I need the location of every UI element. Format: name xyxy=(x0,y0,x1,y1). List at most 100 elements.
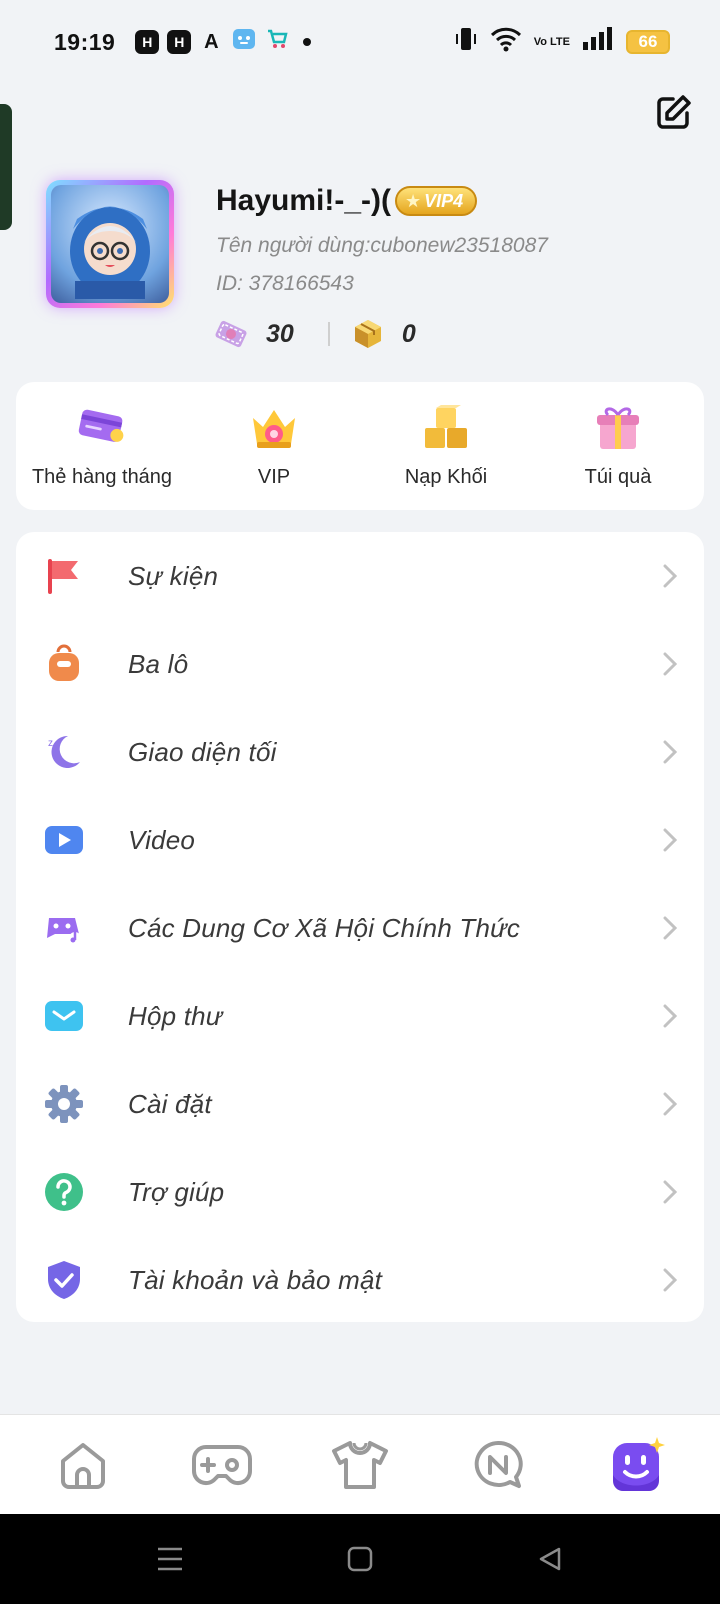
notification-app-icon: H xyxy=(167,30,192,54)
menu-item-video[interactable]: Video xyxy=(16,796,704,884)
menu-item-events[interactable]: Sự kiện xyxy=(16,532,704,620)
quick-vip[interactable]: VIP xyxy=(188,382,360,510)
quick-label: Túi quà xyxy=(584,466,652,488)
gift-box-icon xyxy=(592,402,644,454)
vip-level: VIP4 xyxy=(424,190,464,211)
notification-cart-icon xyxy=(265,27,289,57)
menu-item-help[interactable]: Trợ giúp xyxy=(16,1148,704,1236)
block-count: 0 xyxy=(401,319,416,348)
settings-menu-card: Sự kiện Ba lô z Giao diện tối Video Các … xyxy=(16,532,704,1322)
profile-face-icon xyxy=(612,1436,665,1491)
edit-icon xyxy=(657,95,691,129)
chevron-right-icon xyxy=(660,914,680,942)
moon-icon: z xyxy=(42,730,86,774)
back-triangle-icon xyxy=(539,1547,561,1571)
backpack-icon xyxy=(42,642,86,686)
profile-name: Hayumi!-_-)( xyxy=(216,184,392,217)
gold-block-icon xyxy=(354,320,381,348)
ticket-icon xyxy=(215,320,247,348)
chevron-right-icon xyxy=(660,1266,680,1294)
shirt-icon xyxy=(331,1440,388,1489)
vibrate-icon xyxy=(454,26,478,58)
mail-icon xyxy=(42,994,86,1038)
quick-top-up-blocks[interactable]: Nạp Khối xyxy=(360,382,532,510)
menu-item-official-social[interactable]: Các Dung Cơ Xã Hội Chính Thức xyxy=(16,884,704,972)
menu-label: Cài đặt xyxy=(128,1088,212,1119)
square-icon xyxy=(347,1546,373,1572)
status-time: 19:19 xyxy=(54,28,116,55)
gamepad-icon xyxy=(191,1444,252,1485)
menu-item-settings[interactable]: Cài đặt xyxy=(16,1060,704,1148)
ticket-balance[interactable]: 30 xyxy=(214,319,294,349)
quick-gift-bag[interactable]: Túi quà xyxy=(532,382,704,510)
social-media-icon xyxy=(42,906,86,950)
avatar xyxy=(51,185,169,303)
notification-robot-icon xyxy=(231,27,257,57)
menu-label: Trợ giúp xyxy=(128,1176,225,1207)
menu-item-account-security[interactable]: Tài khoản và bảo mật xyxy=(16,1236,704,1324)
tab-profile[interactable] xyxy=(602,1430,672,1500)
currency-row: 30 0 xyxy=(214,318,416,350)
menu-label: Hộp thư xyxy=(128,1000,223,1031)
menu-item-backpack[interactable]: Ba lô xyxy=(16,620,704,708)
signal-icon xyxy=(582,27,614,57)
status-app-icons: H H A xyxy=(135,27,312,57)
menu-label: Sự kiện xyxy=(128,560,219,591)
battery-indicator: 66 xyxy=(626,30,670,54)
chevron-right-icon xyxy=(660,738,680,766)
wifi-icon xyxy=(490,26,522,58)
home-button[interactable] xyxy=(340,1539,380,1579)
news-icon xyxy=(475,1440,524,1488)
gold-blocks-icon xyxy=(420,402,472,454)
recent-apps-button[interactable] xyxy=(150,1539,190,1579)
more-notifications-dot xyxy=(303,38,312,46)
status-bar: 19:19 H H A Vo LTE 66 xyxy=(0,0,720,84)
tab-home[interactable] xyxy=(48,1430,118,1500)
menu-label: Video xyxy=(128,824,196,855)
gear-icon xyxy=(42,1082,86,1126)
help-icon xyxy=(42,1170,86,1214)
tab-dressup[interactable] xyxy=(325,1430,395,1500)
flag-icon xyxy=(42,554,86,598)
quick-actions-card: Thẻ hàng tháng VIP Nạp Khối Túi quà xyxy=(16,382,704,510)
bottom-tab-bar xyxy=(0,1414,720,1514)
shield-icon xyxy=(42,1258,86,1302)
home-icon xyxy=(61,1442,106,1489)
ticket-count: 30 xyxy=(266,319,294,348)
tab-games[interactable] xyxy=(187,1430,257,1500)
quick-label: Nạp Khối xyxy=(404,466,488,488)
volte-indicator: Vo LTE xyxy=(533,35,570,48)
chevron-right-icon xyxy=(660,562,680,590)
chevron-right-icon xyxy=(660,1178,680,1206)
profile-name-row: Hayumi!-_-)( ★ VIP4 xyxy=(216,184,478,218)
tab-news[interactable] xyxy=(463,1430,533,1500)
menu-lines-icon xyxy=(158,1547,182,1571)
floating-side-tab[interactable] xyxy=(0,104,12,230)
user-id-line[interactable]: ID: 378166543 xyxy=(216,272,354,296)
avatar-frame[interactable] xyxy=(46,180,174,308)
notification-app-icon: A xyxy=(204,30,219,53)
quick-label: Thẻ hàng tháng xyxy=(31,466,173,488)
vip-badge[interactable]: ★ VIP4 xyxy=(395,186,478,216)
status-indicators: Vo LTE 66 xyxy=(454,26,670,58)
chevron-right-icon xyxy=(660,1090,680,1118)
menu-item-mailbox[interactable]: Hộp thư xyxy=(16,972,704,1060)
menu-label: Các Dung Cơ Xã Hội Chính Thức xyxy=(128,912,521,943)
system-navigation-bar xyxy=(0,1514,720,1604)
star-icon: ★ xyxy=(405,190,422,211)
monthly-card-icon xyxy=(76,402,128,454)
quick-monthly-card[interactable]: Thẻ hàng tháng xyxy=(16,382,188,510)
svg-text:z: z xyxy=(48,738,53,749)
edit-profile-button[interactable] xyxy=(652,92,694,134)
currency-divider xyxy=(327,322,330,346)
chevron-right-icon xyxy=(660,1002,680,1030)
menu-label: Tài khoản và bảo mật xyxy=(128,1264,383,1295)
back-button[interactable] xyxy=(530,1539,570,1579)
video-camera-icon xyxy=(42,818,86,862)
menu-label: Giao diện tối xyxy=(128,736,277,767)
username-line: Tên người dùng:cubonew23518087 xyxy=(216,234,548,257)
chevron-right-icon xyxy=(660,650,680,678)
crown-icon xyxy=(248,402,300,454)
block-balance[interactable]: 0 xyxy=(352,318,416,350)
menu-item-dark-mode[interactable]: z Giao diện tối xyxy=(16,708,704,796)
